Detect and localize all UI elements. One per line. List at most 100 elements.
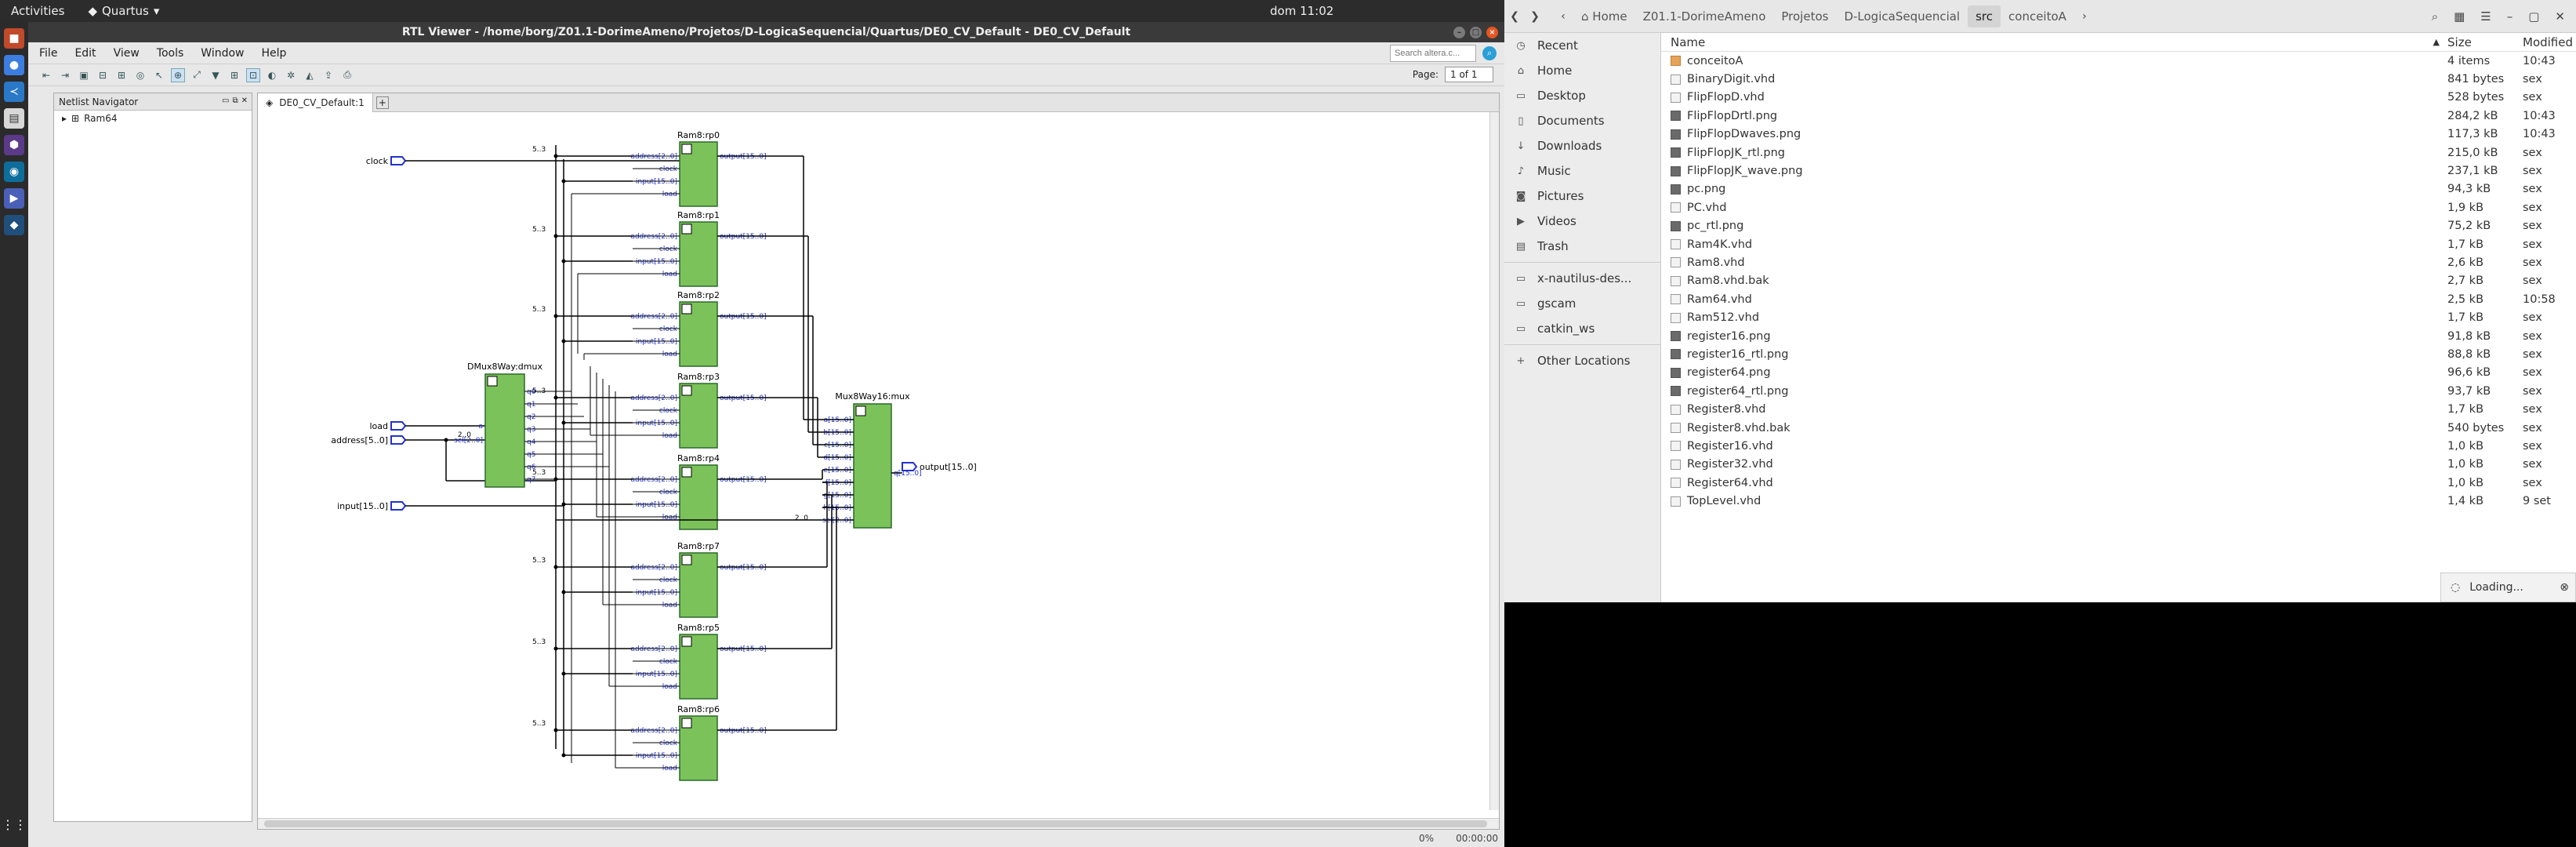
search-input[interactable] — [1390, 45, 1476, 62]
app-menu[interactable]: ◆ Quartus ▾ — [88, 4, 159, 18]
text-editor-icon[interactable]: ▤ — [4, 108, 24, 129]
expand-icon[interactable]: ⊞ — [114, 68, 129, 82]
file-row[interactable]: PC.vhd 1,9 kB sex — [1661, 198, 2576, 216]
file-row[interactable]: register64_rtl.png 93,7 kB sex — [1661, 382, 2576, 400]
chart-icon[interactable]: ◭ — [303, 68, 317, 82]
print-icon[interactable]: ⎙ — [340, 68, 354, 82]
sidebar-item-other-locations[interactable]: + Other Locations — [1504, 348, 1660, 373]
minimize-button[interactable]: – — [1453, 26, 1465, 38]
forward-icon[interactable]: ⇥ — [58, 68, 72, 82]
sidebar-item-trash[interactable]: ▤ Trash — [1504, 234, 1660, 259]
float-icon[interactable]: ▭ — [222, 96, 229, 105]
file-row[interactable]: BinaryDigit.vhd 841 bytes sex — [1661, 70, 2576, 88]
sidebar-item-pictures[interactable]: ◙ Pictures — [1504, 184, 1660, 209]
sidebar-item-bookmark[interactable]: ▭ gscam — [1504, 291, 1660, 316]
menu-edit[interactable]: Edit — [74, 47, 96, 60]
restore-icon[interactable]: ⧉ — [232, 96, 238, 105]
breadcrumb-item[interactable]: conceitoA — [2001, 5, 2074, 27]
sidebar-item-bookmark[interactable]: ▭ x-nautilus-des... — [1504, 266, 1660, 291]
column-header-name[interactable]: Name ▲ — [1661, 35, 2447, 49]
tree-item[interactable]: ▸ ⊞ Ram64 — [54, 111, 252, 126]
forward-icon[interactable]: ❯ — [1525, 6, 1545, 27]
find-icon[interactable]: ◎ — [133, 68, 147, 82]
file-row[interactable]: conceitoA 4 items 10:43 — [1661, 52, 2576, 70]
filter-icon[interactable]: ▼ — [209, 68, 223, 82]
zoom-icon[interactable]: ⊕ — [171, 67, 185, 82]
file-row[interactable]: Register8.vhd.bak 540 bytes sex — [1661, 419, 2576, 437]
vertical-scrollbar[interactable] — [1489, 112, 1499, 810]
sidebar-item-desktop[interactable]: ▭ Desktop — [1504, 83, 1660, 108]
quartus-dock-icon[interactable]: ◆ — [4, 215, 24, 235]
refresh-icon[interactable]: ▣ — [77, 68, 91, 82]
breadcrumb-home[interactable]: ⌂ Home — [1573, 5, 1635, 27]
breadcrumb-right-icon[interactable]: › — [2074, 6, 2095, 27]
maximize-button[interactable]: □ — [1470, 26, 1482, 38]
menu-icon[interactable]: ☰ — [2480, 9, 2491, 24]
netlist-icon[interactable]: ⊞ — [227, 68, 241, 82]
file-row[interactable]: FlipFlopD.vhd 528 bytes sex — [1661, 89, 2576, 107]
back-icon[interactable]: ⇤ — [39, 68, 53, 82]
breadcrumb-left-icon[interactable]: ‹ — [1553, 6, 1573, 27]
minimize-icon[interactable]: – — [2507, 9, 2513, 24]
search-icon[interactable]: ⌕ — [2432, 9, 2438, 24]
activities-button[interactable]: Activities — [11, 4, 64, 18]
column-header-size[interactable]: Size — [2447, 35, 2513, 49]
collapse-icon[interactable]: ⊟ — [96, 68, 110, 82]
menu-view[interactable]: View — [114, 47, 140, 60]
file-row[interactable]: Ram8.vhd.bak 2,7 kB sex — [1661, 272, 2576, 290]
sidebar-item-music[interactable]: ♪ Music — [1504, 158, 1660, 184]
sidebar-item-home[interactable]: ⌂ Home — [1504, 58, 1660, 83]
page-selector[interactable]: 1 of 1 — [1445, 67, 1493, 82]
view-grid-icon[interactable]: ▦ — [2454, 9, 2465, 24]
files-app-icon[interactable]: ■ — [4, 28, 24, 49]
select-icon[interactable]: ↖ — [152, 68, 166, 82]
chrome-icon[interactable]: ● — [4, 55, 24, 75]
color-icon[interactable]: ◐ — [265, 68, 279, 82]
tab-rtl[interactable]: ◈ DE0_CV_Default:1 — [258, 93, 373, 112]
hierarchy-icon[interactable]: ⊡ — [246, 67, 260, 82]
file-row[interactable]: register16.png 91,8 kB sex — [1661, 327, 2576, 345]
file-row[interactable]: Register8.vhd 1,7 kB sex — [1661, 400, 2576, 418]
ide-icon[interactable]: ⬢ — [4, 135, 24, 155]
file-row[interactable]: TopLevel.vhd 1,4 kB 9 set — [1661, 492, 2576, 510]
file-row[interactable]: Ram8.vhd 2,6 kB sex — [1661, 253, 2576, 271]
restore-icon[interactable]: ▢ — [2528, 9, 2539, 24]
file-row[interactable]: pc_rtl.png 75,2 kB sex — [1661, 217, 2576, 235]
file-row[interactable]: FlipFlopDrtl.png 284,2 kB 10:43 — [1661, 107, 2576, 125]
close-button[interactable]: × — [1486, 26, 1498, 38]
vscode-icon[interactable]: ≺ — [4, 82, 24, 102]
app-icon[interactable]: ◉ — [4, 162, 24, 182]
file-row[interactable]: pc.png 94,3 kB sex — [1661, 180, 2576, 198]
file-row[interactable]: register64.png 96,6 kB sex — [1661, 364, 2576, 382]
close-icon[interactable]: ✕ — [241, 96, 248, 105]
file-row[interactable]: register16_rtl.png 88,8 kB sex — [1661, 345, 2576, 363]
back-icon[interactable]: ❮ — [1504, 6, 1525, 27]
search-icon[interactable]: ⌕ — [1482, 46, 1497, 60]
file-row[interactable]: Register32.vhd 1,0 kB sex — [1661, 456, 2576, 474]
file-row[interactable]: Ram4K.vhd 1,7 kB sex — [1661, 235, 2576, 253]
menu-tools[interactable]: Tools — [157, 47, 184, 60]
file-row[interactable]: FlipFlopDwaves.png 117,3 kB 10:43 — [1661, 125, 2576, 144]
terminal-icon[interactable]: ▶ — [4, 188, 24, 209]
file-row[interactable]: FlipFlopJK_wave.png 237,1 kB sex — [1661, 162, 2576, 180]
scroll-thumb[interactable] — [264, 820, 1487, 827]
breadcrumb-item[interactable]: D-LogicaSequencial — [1836, 5, 1968, 27]
add-tab-button[interactable]: + — [376, 96, 389, 109]
horizontal-scrollbar[interactable] — [258, 818, 1499, 829]
fit-icon[interactable]: ⤢ — [190, 68, 204, 82]
settings-icon[interactable]: ✲ — [284, 68, 298, 82]
breadcrumb-item[interactable]: Z01.1-DorimeAmeno — [1635, 5, 1774, 27]
file-row[interactable]: Register64.vhd 1,0 kB sex — [1661, 474, 2576, 492]
close-icon[interactable]: ⊗ — [2560, 581, 2569, 594]
menu-help[interactable]: Help — [262, 47, 287, 60]
column-header-modified[interactable]: Modified — [2513, 35, 2576, 49]
clock[interactable]: dom 11:02 — [1270, 4, 1333, 18]
schematic-canvas[interactable]: clock load address[5..0] input[15..0] output… — [258, 112, 1499, 810]
close-icon[interactable]: ✕ — [2555, 9, 2565, 24]
menu-file[interactable]: File — [39, 47, 57, 60]
sidebar-item-bookmark[interactable]: ▭ catkin_ws — [1504, 316, 1660, 341]
sidebar-item-downloads[interactable]: ↓ Downloads — [1504, 133, 1660, 158]
expand-arrow-icon[interactable]: ▸ — [62, 113, 67, 124]
export-icon[interactable]: ⇪ — [321, 68, 336, 82]
menu-window[interactable]: Window — [201, 47, 244, 60]
